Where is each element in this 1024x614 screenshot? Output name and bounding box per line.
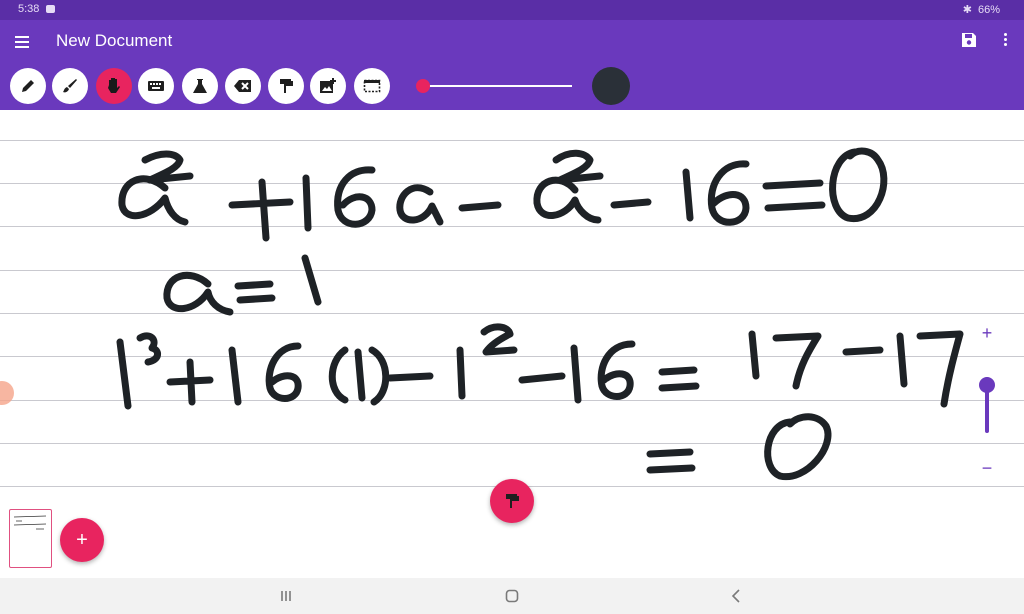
zoom-out-button[interactable]: − <box>979 458 995 478</box>
page-thumbnail[interactable] <box>9 509 52 568</box>
format-paint-fab[interactable] <box>490 479 534 523</box>
recent-apps-icon[interactable] <box>276 587 296 605</box>
handwriting-line-4 <box>646 413 832 481</box>
add-page-button[interactable]: + <box>60 518 104 562</box>
thumbnail-preview <box>13 515 47 530</box>
handwriting-line-2 <box>163 254 322 316</box>
home-icon[interactable] <box>502 587 522 605</box>
handwriting-line-1 <box>118 147 888 242</box>
zoom-slider-knob[interactable] <box>979 377 995 393</box>
zoom-in-button[interactable]: + <box>979 323 995 343</box>
back-icon[interactable] <box>727 587 747 605</box>
system-nav-bar <box>0 578 1024 614</box>
paint-roller-icon <box>506 494 519 508</box>
handwriting-line-3 <box>116 323 964 410</box>
